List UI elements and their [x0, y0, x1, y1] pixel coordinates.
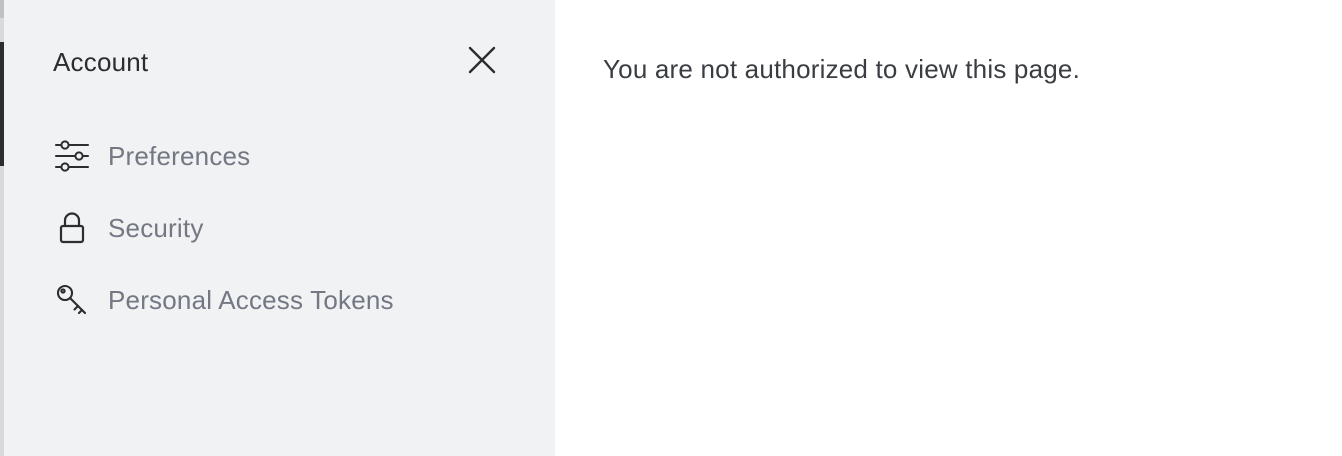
main-content: You are not authorized to view this page…	[555, 0, 1342, 456]
sliders-icon	[53, 137, 91, 175]
not-authorized-message: You are not authorized to view this page…	[603, 54, 1080, 84]
sidebar-item-label: Security	[108, 212, 204, 243]
app-window: Account Preferences Security Personal Ac…	[0, 0, 1342, 456]
account-nav: Preferences Security Personal Access Tok…	[53, 132, 394, 348]
account-sidebar: Account Preferences Security Personal Ac…	[4, 0, 555, 456]
close-button[interactable]	[465, 43, 499, 77]
sidebar-title: Account	[53, 47, 149, 77]
key-icon	[53, 281, 91, 319]
lock-icon	[53, 209, 91, 247]
sidebar-item-preferences[interactable]: Preferences	[53, 132, 394, 180]
sidebar-item-label: Preferences	[108, 140, 251, 171]
sidebar-item-personal-access-tokens[interactable]: Personal Access Tokens	[53, 276, 394, 324]
close-icon	[468, 46, 496, 74]
sidebar-item-security[interactable]: Security	[53, 204, 394, 252]
sidebar-header: Account	[53, 40, 499, 82]
sidebar-item-label: Personal Access Tokens	[108, 284, 394, 315]
